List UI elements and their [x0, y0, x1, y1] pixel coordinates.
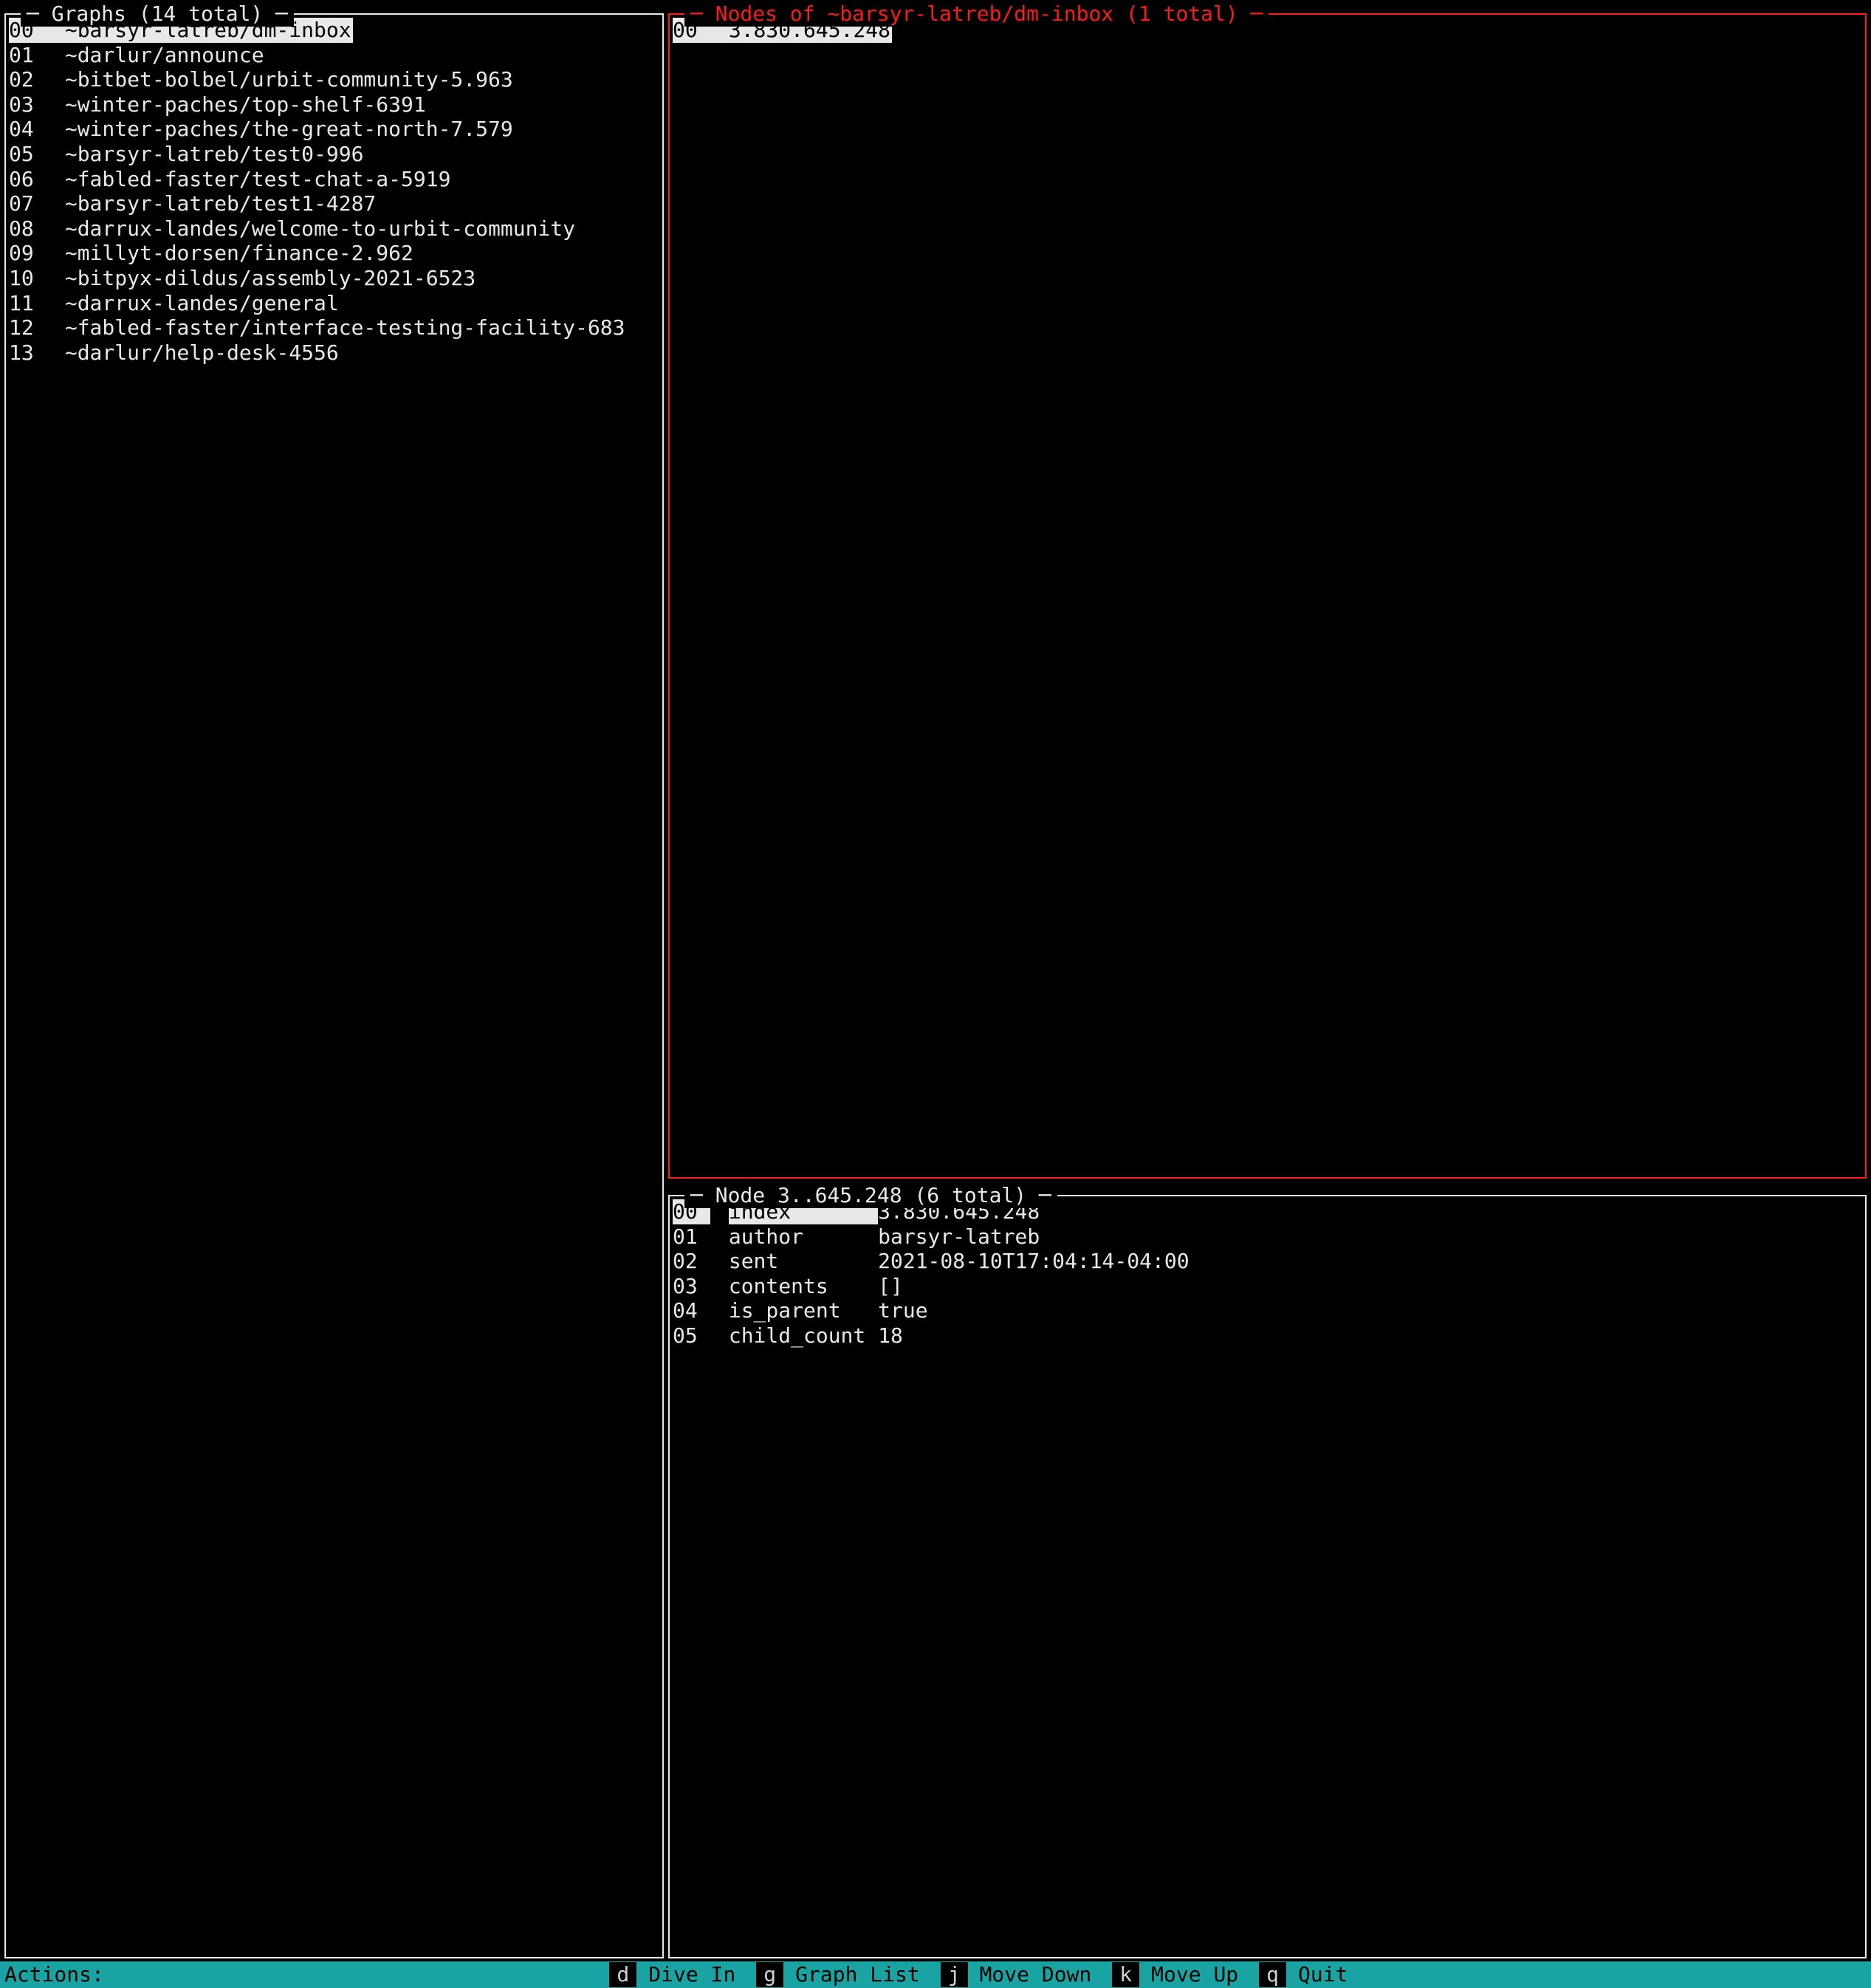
- graphs-list-item[interactable]: 11 ~darrux-landes/general: [6, 291, 662, 316]
- action-key-j[interactable]: j: [941, 1962, 968, 1987]
- status-bar: Actions: dDive IngGraph ListjMove DownkM…: [0, 1961, 1871, 1988]
- action-name: Quit: [1288, 1962, 1367, 1987]
- node-detail-panel-title: ─ Node 3..645.248 (6 total) ─: [684, 1183, 1057, 1208]
- app-root: ─ Graphs (14 total) ─ 00 ~barsyr-latreb/…: [0, 0, 1871, 1988]
- action-name: Dive In: [638, 1962, 755, 1987]
- graphs-panel: ─ Graphs (14 total) ─ 00 ~barsyr-latreb/…: [4, 13, 664, 1958]
- node-detail-row[interactable]: 03 contents[]: [670, 1274, 1865, 1299]
- node-detail-panel: ─ Node 3..645.248 (6 total) ─ 00 index3.…: [668, 1195, 1867, 1958]
- right-column: ─ Nodes of ~barsyr-latreb/dm-inbox (1 to…: [668, 0, 1871, 1961]
- list-item-index: 09: [9, 241, 47, 266]
- list-item-label: ~fabled-faster/test-chat-a-5919: [65, 167, 662, 192]
- main-area: ─ Graphs (14 total) ─ 00 ~barsyr-latreb/…: [0, 0, 1871, 1961]
- graphs-list-item[interactable]: 01 ~darlur/announce: [6, 43, 662, 68]
- graphs-list-item[interactable]: 05 ~barsyr-latreb/test0-996: [6, 142, 662, 167]
- list-item-label: ~winter-paches/top-shelf-6391: [65, 92, 662, 117]
- graphs-list-item[interactable]: 08 ~darrux-landes/welcome-to-urbit-commu…: [6, 216, 662, 241]
- detail-row-value: []: [878, 1274, 903, 1299]
- detail-row-value: barsyr-latreb: [878, 1224, 1040, 1250]
- detail-row-index: 02: [673, 1249, 710, 1274]
- detail-row-index: 01: [673, 1224, 710, 1250]
- graphs-list-item[interactable]: 13 ~darlur/help-desk-4556: [6, 340, 662, 366]
- list-item-index: 08: [9, 216, 47, 241]
- list-item-index: 05: [9, 142, 47, 167]
- detail-row-key: sent: [729, 1249, 878, 1274]
- action-key-d[interactable]: d: [609, 1962, 636, 1987]
- list-item-index: 10: [9, 266, 47, 291]
- node-detail-list[interactable]: 00 index3.830.645.24801 authorbarsyr-lat…: [670, 1198, 1865, 1348]
- graphs-list[interactable]: 00 ~barsyr-latreb/dm-inbox01 ~darlur/ann…: [6, 16, 662, 365]
- list-item-label: ~millyt-dorsen/finance-2.962: [65, 241, 662, 266]
- detail-row-index: 05: [673, 1323, 710, 1348]
- detail-row-key: is_parent: [729, 1298, 878, 1323]
- detail-row-key: contents: [729, 1274, 878, 1299]
- list-item-index: 06: [9, 167, 47, 192]
- graphs-list-item[interactable]: 06 ~fabled-faster/test-chat-a-5919: [6, 167, 662, 192]
- detail-row-value: true: [878, 1298, 927, 1323]
- node-detail-row[interactable]: 04 is_parenttrue: [670, 1298, 1865, 1323]
- node-detail-row[interactable]: 05 child_count18: [670, 1323, 1865, 1348]
- node-detail-row[interactable]: 01 authorbarsyr-latreb: [670, 1224, 1865, 1250]
- list-item-label: ~darrux-landes/welcome-to-urbit-communit…: [65, 216, 662, 241]
- list-item-label: ~winter-paches/the-great-north-7.579: [65, 117, 662, 142]
- detail-row-key: child_count: [729, 1323, 878, 1348]
- nodes-panel-title: ─ Nodes of ~barsyr-latreb/dm-inbox (1 to…: [684, 1, 1268, 27]
- list-item-label: ~barsyr-latreb/test1-4287: [65, 191, 662, 216]
- detail-row-index: 04: [673, 1298, 710, 1323]
- action-key-g[interactable]: g: [756, 1962, 783, 1987]
- list-item-index: 02: [9, 67, 47, 92]
- action-name: Move Up: [1141, 1962, 1257, 1987]
- list-item-index: 04: [9, 117, 47, 142]
- list-item-index: 03: [9, 92, 47, 117]
- graphs-list-item[interactable]: 12 ~fabled-faster/interface-testing-faci…: [6, 315, 662, 340]
- left-column: ─ Graphs (14 total) ─ 00 ~barsyr-latreb/…: [0, 0, 668, 1961]
- list-item-index: 13: [9, 340, 47, 366]
- detail-row-value: 2021-08-10T17:04:14-04:00: [878, 1249, 1189, 1274]
- graphs-list-item[interactable]: 09 ~millyt-dorsen/finance-2.962: [6, 241, 662, 266]
- status-bar-actions: dDive IngGraph ListjMove DownkMove UpqQu…: [608, 1962, 1367, 1987]
- status-bar-label: Actions:: [0, 1962, 104, 1987]
- list-item-index: 01: [9, 43, 47, 68]
- action-key-k[interactable]: k: [1112, 1962, 1139, 1987]
- list-item-label: ~fabled-faster/interface-testing-facilit…: [65, 315, 662, 340]
- graphs-list-item[interactable]: 10 ~bitpyx-dildus/assembly-2021-6523: [6, 266, 662, 291]
- nodes-panel: ─ Nodes of ~barsyr-latreb/dm-inbox (1 to…: [668, 13, 1867, 1179]
- detail-row-key: author: [729, 1224, 878, 1250]
- action-key-q[interactable]: q: [1259, 1962, 1286, 1987]
- list-item-index: 07: [9, 191, 47, 216]
- node-detail-row[interactable]: 02 sent2021-08-10T17:04:14-04:00: [670, 1249, 1865, 1274]
- action-name: Move Down: [969, 1962, 1111, 1987]
- graphs-panel-title: ─ Graphs (14 total) ─: [21, 1, 294, 27]
- list-item-label: ~barsyr-latreb/test0-996: [65, 142, 662, 167]
- graphs-list-item[interactable]: 04 ~winter-paches/the-great-north-7.579: [6, 117, 662, 142]
- list-item-index: 12: [9, 315, 47, 340]
- list-item-label: ~bitpyx-dildus/assembly-2021-6523: [65, 266, 662, 291]
- graphs-list-item[interactable]: 03 ~winter-paches/top-shelf-6391: [6, 92, 662, 117]
- graphs-list-item[interactable]: 02 ~bitbet-bolbel/urbit-community-5.963: [6, 67, 662, 92]
- list-item-index: 11: [9, 291, 47, 316]
- list-item-label: ~darlur/announce: [65, 43, 662, 68]
- list-item-label: ~bitbet-bolbel/urbit-community-5.963: [65, 67, 662, 92]
- detail-row-index: 03: [673, 1274, 710, 1299]
- action-name: Graph List: [785, 1962, 939, 1987]
- list-item-label: ~darrux-landes/general: [65, 291, 662, 316]
- list-item-label: ~darlur/help-desk-4556: [65, 340, 662, 366]
- graphs-list-item[interactable]: 07 ~barsyr-latreb/test1-4287: [6, 191, 662, 216]
- detail-row-value: 18: [878, 1323, 903, 1348]
